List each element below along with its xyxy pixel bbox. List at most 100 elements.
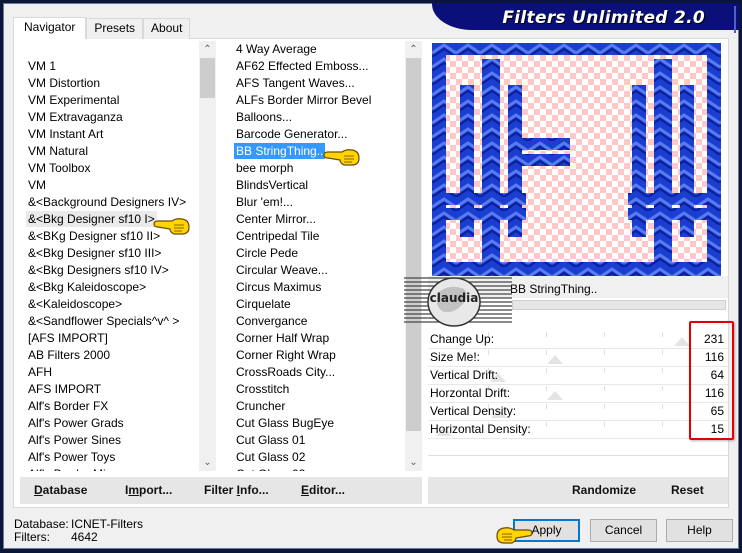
- list-item[interactable]: Alf's Border FX: [20, 398, 198, 415]
- parameter-label: Vertical Drift:: [430, 368, 499, 382]
- category-scroll-thumb[interactable]: [200, 58, 215, 98]
- scroll-down-icon[interactable]: ⌄: [405, 454, 422, 471]
- list-item[interactable]: VM 1: [20, 58, 198, 75]
- list-item[interactable]: Balloons...: [228, 109, 404, 126]
- list-item[interactable]: Blur 'em!...: [228, 194, 404, 211]
- list-item[interactable]: &<Kaleidoscope>: [20, 296, 198, 313]
- tab-navigator[interactable]: Navigator: [13, 17, 87, 39]
- list-item[interactable]: Cut Glass 01: [228, 432, 404, 449]
- tab-presets[interactable]: Presets: [86, 18, 144, 39]
- list-item[interactable]: Circus Maximus: [228, 279, 404, 296]
- list-item[interactable]: Circular Weave...: [228, 262, 404, 279]
- slider-thumb[interactable]: [674, 337, 690, 346]
- list-item-label: &<Sandflower Specials^v^ >: [28, 314, 180, 328]
- list-item[interactable]: BB StringThing..: [228, 143, 404, 160]
- list-item[interactable]: Cruncher: [228, 398, 404, 415]
- list-item[interactable]: Cut Glass 02: [228, 449, 404, 466]
- banner-edge: [734, 6, 736, 33]
- list-item[interactable]: [AFS IMPORT]: [20, 330, 198, 347]
- list-item-label: &<Bkg Designers sf10 IV>: [28, 263, 169, 277]
- slider-thumb[interactable]: [547, 391, 563, 400]
- list-item[interactable]: Barcode Generator...: [228, 126, 404, 143]
- list-item[interactable]: VM: [20, 177, 198, 194]
- randomize-button[interactable]: Randomize: [572, 483, 636, 497]
- category-scrollbar[interactable]: ⌃ ⌄: [199, 41, 216, 471]
- list-item[interactable]: Center Mirror...: [228, 211, 404, 228]
- list-item[interactable]: VM Extravaganza: [20, 109, 198, 126]
- list-item[interactable]: ALFs Border Mirror Bevel: [228, 92, 404, 109]
- slider-tick: [604, 368, 605, 373]
- list-item[interactable]: &<Bkg Designers sf10 IV>: [20, 262, 198, 279]
- list-item[interactable]: Cut Glass 03: [228, 466, 404, 471]
- list-item[interactable]: VM Instant Art: [20, 126, 198, 143]
- list-item-label: BlindsVertical: [236, 178, 309, 192]
- list-item[interactable]: Alf's Power Sines: [20, 432, 198, 449]
- filter-scrollbar[interactable]: ⌃ ⌄: [405, 41, 422, 471]
- scroll-up-icon[interactable]: ⌃: [405, 41, 422, 58]
- list-item-label: Circus Maximus: [236, 280, 322, 294]
- category-list[interactable]: VM 1 VM Distortion VM Experimental VM Extra…: [20, 41, 216, 471]
- list-item-label: ALFs Border Mirror Bevel: [236, 93, 372, 107]
- list-item[interactable]: VM Experimental: [20, 92, 198, 109]
- slider-thumb[interactable]: [547, 355, 563, 364]
- list-item[interactable]: [20, 41, 198, 58]
- category-list-items: VM 1 VM Distortion VM Experimental VM Extra…: [20, 41, 198, 471]
- list-item[interactable]: AFH: [20, 364, 198, 381]
- list-item[interactable]: Corner Half Wrap: [228, 330, 404, 347]
- list-item-label: 4 Way Average: [236, 42, 317, 56]
- list-item-label: &<Bkg Kaleidoscope>: [28, 280, 147, 294]
- list-item[interactable]: VM Distortion: [20, 75, 198, 92]
- filter-list[interactable]: 4 Way Average AF62 Effected Emboss... AFS …: [228, 41, 422, 471]
- cancel-button[interactable]: Cancel: [590, 519, 657, 542]
- list-item[interactable]: CrossRoads City...: [228, 364, 404, 381]
- list-item[interactable]: Centripedal Tile: [228, 228, 404, 245]
- list-item-label: CrossRoads City...: [236, 365, 336, 379]
- list-item[interactable]: Alf's Power Grads: [20, 415, 198, 432]
- parameter-slider[interactable]: Size Me!: 116: [428, 349, 728, 367]
- import-button[interactable]: Import...: [125, 483, 172, 497]
- list-item[interactable]: VM Natural: [20, 143, 198, 160]
- parameter-slider[interactable]: Vertical Drift: 64: [428, 367, 728, 385]
- list-item[interactable]: &<Sandflower Specials^v^ >: [20, 313, 198, 330]
- database-button[interactable]: Database: [34, 483, 87, 497]
- scroll-up-icon[interactable]: ⌃: [199, 41, 216, 58]
- help-button[interactable]: Help: [666, 519, 733, 542]
- parameter-slider[interactable]: Change Up: 231: [428, 331, 728, 349]
- parameter-slider[interactable]: Vertical Density: 65: [428, 403, 728, 421]
- list-item[interactable]: Alf's Border Mirror: [20, 466, 198, 471]
- slider-tick: [662, 386, 663, 391]
- list-item-label: bee morph: [236, 161, 294, 175]
- list-item[interactable]: &<Bkg Designer sf10 III>: [20, 245, 198, 262]
- list-item[interactable]: 4 Way Average: [228, 41, 404, 58]
- scroll-down-icon[interactable]: ⌄: [199, 454, 216, 471]
- editor-button[interactable]: Editor...: [301, 483, 345, 497]
- list-item[interactable]: AFS IMPORT: [20, 381, 198, 398]
- list-item[interactable]: &<Background Designers IV>: [20, 194, 198, 211]
- parameter-slider[interactable]: Horizontal Density: 15: [428, 421, 728, 439]
- list-item[interactable]: Corner Right Wrap: [228, 347, 404, 364]
- list-item[interactable]: Circle Pede: [228, 245, 404, 262]
- list-item-label: AB Filters 2000: [28, 348, 111, 362]
- slider-tick: [662, 422, 663, 427]
- list-item-label: Alf's Power Sines: [28, 433, 121, 447]
- filter-scroll-thumb[interactable]: [406, 58, 421, 431]
- parameter-slider[interactable]: Horzontal Drift: 116: [428, 385, 728, 403]
- list-item[interactable]: AF62 Effected Emboss...: [228, 58, 404, 75]
- list-item[interactable]: Alf's Power Toys: [20, 449, 198, 466]
- filter-info-button[interactable]: Filter Info...: [204, 483, 269, 497]
- tab-about[interactable]: About: [143, 18, 191, 39]
- list-item[interactable]: AFS Tangent Waves...: [228, 75, 404, 92]
- list-item[interactable]: BlindsVertical: [228, 177, 404, 194]
- list-item[interactable]: Convergance: [228, 313, 404, 330]
- parameter-sliders: Change Up: 231 Size Me!: 116 Vertical Drift:…: [428, 331, 728, 439]
- list-item[interactable]: &<Bkg Kaleidoscope>: [20, 279, 198, 296]
- list-item[interactable]: Crosstitch: [228, 381, 404, 398]
- database-status: Database: ICNET-Filters Filters: 4642: [14, 518, 143, 544]
- reset-button[interactable]: Reset: [671, 483, 704, 497]
- list-item[interactable]: bee morph: [228, 160, 404, 177]
- parameter-label: Change Up:: [430, 332, 495, 346]
- list-item[interactable]: Cirquelate: [228, 296, 404, 313]
- list-item[interactable]: AB Filters 2000: [20, 347, 198, 364]
- list-item[interactable]: VM Toolbox: [20, 160, 198, 177]
- list-item[interactable]: Cut Glass BugEye: [228, 415, 404, 432]
